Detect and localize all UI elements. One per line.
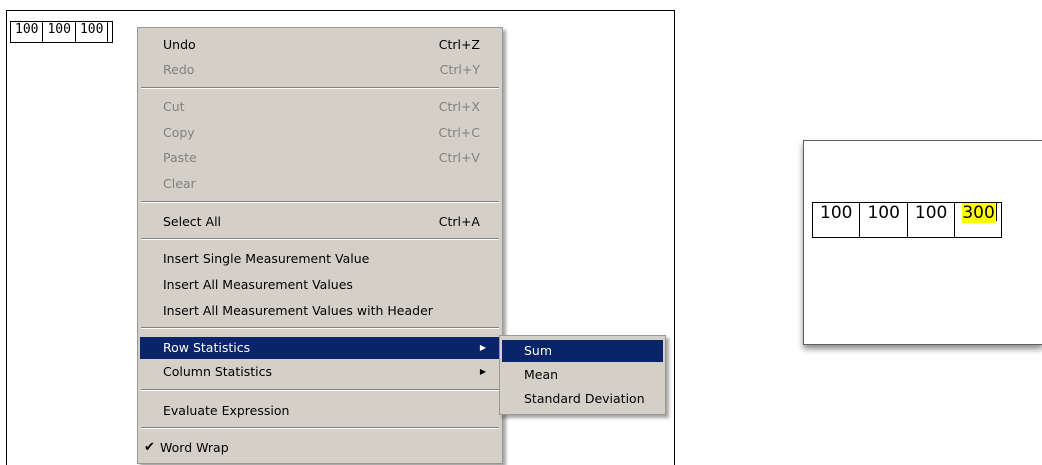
menu-separator	[141, 87, 499, 89]
context-menu: Undo Ctrl+Z Redo Ctrl+Y Cut Ctrl+X Copy …	[137, 27, 503, 464]
menu-item-column-statistics[interactable]: Column Statistics ▶	[140, 361, 500, 383]
menu-item-label: Insert All Measurement Values	[163, 277, 353, 292]
menu-item-cut[interactable]: Cut Ctrl+X	[140, 96, 500, 118]
menu-item-insert-all-values-header[interactable]: Insert All Measurement Values with Heade…	[140, 300, 500, 322]
menu-separator	[141, 201, 499, 203]
menu-item-shortcut: Ctrl+X	[438, 99, 480, 114]
menu-item-insert-all-values[interactable]: Insert All Measurement Values	[140, 274, 500, 296]
table-cell[interactable]: 100	[812, 202, 861, 238]
menu-item-word-wrap[interactable]: ✔ Word Wrap	[140, 437, 500, 459]
menu-separator	[141, 389, 499, 391]
menu-item-label: Undo	[163, 37, 196, 52]
submenu-item-sum[interactable]: Sum	[502, 340, 663, 362]
table-cell[interactable]: 100	[42, 21, 76, 43]
menu-item-shortcut: Ctrl+A	[438, 214, 480, 229]
menu-item-undo[interactable]: Undo Ctrl+Z	[140, 34, 500, 56]
menu-item-label: Insert Single Measurement Value	[163, 251, 370, 266]
table-row: 100 100 100 300	[812, 202, 1002, 238]
submenu-arrow-icon: ▶	[479, 367, 486, 376]
submenu-arrow-icon: ▶	[479, 343, 486, 352]
menu-item-label: Redo	[163, 62, 195, 77]
submenu-item-mean[interactable]: Mean	[502, 364, 663, 386]
menu-separator	[141, 238, 499, 240]
menu-item-shortcut: Ctrl+V	[438, 150, 480, 165]
menu-item-redo[interactable]: Redo Ctrl+Y	[140, 59, 500, 81]
menu-item-label: Insert All Measurement Values with Heade…	[163, 303, 433, 318]
menu-item-clear[interactable]: Clear	[140, 173, 500, 195]
menu-item-evaluate-expression[interactable]: Evaluate Expression	[140, 400, 500, 422]
table-cell[interactable]: 100	[859, 202, 908, 238]
menu-item-label: Word Wrap	[160, 440, 229, 455]
menu-item-label: Paste	[163, 150, 197, 165]
result-preview-window: 100 100 100 300	[803, 140, 1042, 345]
menu-item-paste[interactable]: Paste Ctrl+V	[140, 147, 500, 169]
menu-item-label: Cut	[163, 99, 185, 114]
menu-separator	[141, 327, 499, 329]
sum-result-value: 300	[962, 203, 995, 223]
menu-item-label: Copy	[163, 125, 195, 140]
menu-item-label: Row Statistics	[163, 340, 251, 355]
table-row: 100 100 100	[10, 21, 114, 43]
submenu-item-standard-deviation[interactable]: Standard Deviation	[502, 388, 663, 410]
menu-item-row-statistics[interactable]: Row Statistics ▶	[140, 337, 500, 359]
table-cell-empty[interactable]	[107, 21, 114, 43]
menu-item-label: Evaluate Expression	[163, 403, 290, 418]
table-cell[interactable]: 100	[10, 21, 44, 43]
table-cell[interactable]: 100	[74, 21, 109, 43]
menu-separator	[141, 427, 499, 429]
menu-item-insert-single-value[interactable]: Insert Single Measurement Value	[140, 248, 500, 270]
menu-item-shortcut: Ctrl+C	[438, 125, 480, 140]
menu-item-shortcut: Ctrl+Z	[438, 37, 480, 52]
menu-item-label: Clear	[163, 176, 196, 191]
menu-item-label: Column Statistics	[163, 364, 272, 379]
table-cell[interactable]: 100	[906, 202, 956, 238]
checkmark-icon: ✔	[144, 440, 155, 455]
submenu-item-label: Standard Deviation	[524, 391, 645, 406]
submenu-item-label: Mean	[524, 367, 559, 382]
text-caret	[995, 203, 997, 221]
menu-item-copy[interactable]: Copy Ctrl+C	[140, 122, 500, 144]
menu-item-shortcut: Ctrl+Y	[439, 62, 480, 77]
table-cell-sum-result[interactable]: 300	[954, 202, 1002, 238]
row-statistics-submenu: Sum Mean Standard Deviation	[499, 335, 666, 415]
menu-item-select-all[interactable]: Select All Ctrl+A	[140, 211, 500, 233]
submenu-item-label: Sum	[524, 343, 553, 358]
menu-item-label: Select All	[163, 214, 222, 229]
